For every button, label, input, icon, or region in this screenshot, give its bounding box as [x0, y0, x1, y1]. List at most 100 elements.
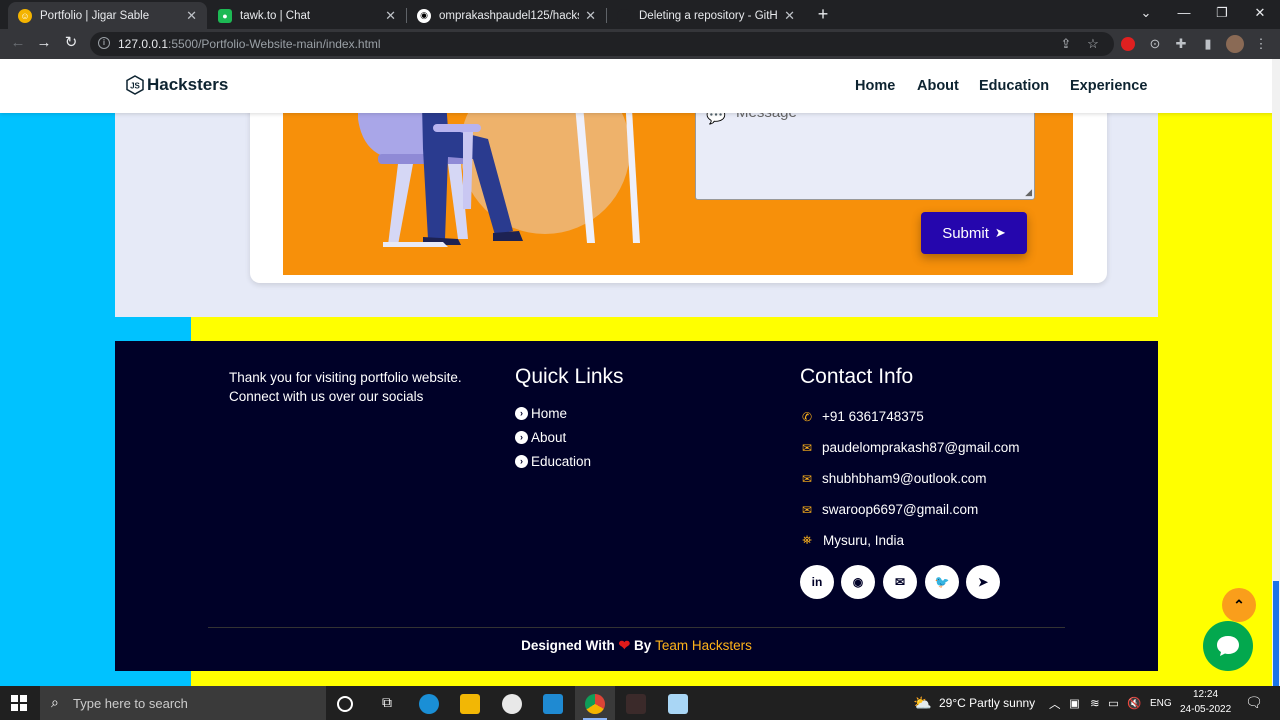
- game-app-icon[interactable]: [626, 694, 646, 714]
- browser-tab-strip: ☺ Portfolio | Jigar Sable ✕ ● tawk.to | …: [0, 0, 1280, 29]
- profile-avatar[interactable]: [1226, 35, 1244, 53]
- browser-tab-github-repo[interactable]: ◉ omprakashpaudel125/hacksters ✕: [407, 2, 606, 29]
- tray-app-icon[interactable]: ▣: [1069, 696, 1080, 710]
- chat-widget-button[interactable]: [1203, 621, 1253, 671]
- browser-tab-portfolio[interactable]: ☺ Portfolio | Jigar Sable ✕: [8, 2, 207, 29]
- close-tab-icon[interactable]: ✕: [186, 8, 197, 24]
- telegram-icon[interactable]: ➤: [966, 565, 1000, 599]
- quick-link-about[interactable]: › About: [515, 430, 566, 445]
- url-text: 127.0.0.1:5500/Portfolio-Website-main/in…: [118, 37, 381, 51]
- edge-icon[interactable]: [419, 694, 439, 714]
- chevron-circle-icon: ›: [515, 431, 528, 444]
- extension-glasses-icon[interactable]: ⊙: [1147, 36, 1163, 52]
- github-favicon-icon: ◉: [417, 8, 431, 23]
- contact-email-2[interactable]: ✉ shubhbham9@outlook.com: [800, 471, 987, 486]
- tab-search-icon[interactable]: ⌄: [1136, 5, 1156, 21]
- envelope-icon: ✉: [801, 471, 813, 486]
- contact-phone: ✆ +91 6361748375: [801, 409, 924, 424]
- map-icon: ⛯: [802, 533, 812, 547]
- contact-email-3[interactable]: ✉ swaroop6697@gmail.com: [800, 502, 978, 517]
- address-bar[interactable]: i 127.0.0.1:5500/Portfolio-Website-main/…: [90, 32, 1114, 56]
- windows-start-icon[interactable]: [11, 695, 27, 711]
- nav-about[interactable]: About: [917, 78, 959, 94]
- close-tab-icon[interactable]: ✕: [784, 8, 795, 24]
- extension-red-icon[interactable]: [1121, 37, 1135, 51]
- site-info-icon[interactable]: i: [98, 37, 110, 49]
- team-link[interactable]: Team Hacksters: [655, 638, 752, 653]
- tab-title: Deleting a repository - GitHub Do: [639, 9, 778, 22]
- footer-about-text: Thank you for visiting portfolio website…: [229, 370, 462, 404]
- close-tab-icon[interactable]: ✕: [385, 8, 396, 24]
- close-tab-icon[interactable]: ✕: [585, 8, 596, 24]
- volume-muted-icon[interactable]: 🔇: [1127, 696, 1141, 710]
- search-placeholder: Type here to search: [73, 695, 188, 711]
- wifi-icon[interactable]: ≋: [1090, 696, 1100, 710]
- maximize-button[interactable]: ❐: [1212, 5, 1232, 21]
- file-explorer-icon[interactable]: [460, 694, 480, 714]
- nav-education[interactable]: Education: [979, 78, 1049, 94]
- tawk-favicon-icon: ●: [218, 8, 232, 23]
- chevron-circle-icon: ›: [515, 407, 528, 420]
- quick-links-title: Quick Links: [515, 365, 624, 388]
- weather-icon: ⛅: [913, 695, 932, 712]
- forward-icon[interactable]: →: [35, 35, 53, 51]
- browser-tab-github-docs[interactable]: Deleting a repository - GitHub Do ✕: [607, 2, 805, 29]
- taskbar-search-box[interactable]: ⌕ Type here to search: [40, 686, 326, 720]
- battery-icon[interactable]: ▭: [1108, 696, 1119, 710]
- portfolio-favicon-icon: ☺: [18, 8, 32, 23]
- vscode-icon[interactable]: [543, 694, 563, 714]
- web-page-viewport: 💬 Message ◢ Submit ➤ JS Hacksters Home A…: [0, 59, 1280, 686]
- scrollbar-thumb[interactable]: [1273, 581, 1279, 686]
- envelope-icon: ✉: [801, 502, 813, 517]
- nav-experience[interactable]: Experience: [1070, 78, 1147, 94]
- weather-text[interactable]: 29°C Partly sunny: [939, 696, 1035, 710]
- phone-icon: ✆: [801, 409, 813, 424]
- extensions-puzzle-icon[interactable]: ✚: [1173, 36, 1189, 52]
- brand-name: Hacksters: [147, 75, 229, 94]
- brand-logo[interactable]: JS Hacksters: [126, 75, 228, 95]
- chrome-menu-icon[interactable]: ⋮: [1253, 36, 1269, 52]
- quick-link-education[interactable]: › Education: [515, 454, 591, 469]
- tab-title: omprakashpaudel125/hacksters: [439, 9, 579, 22]
- cortana-icon[interactable]: [337, 696, 353, 712]
- footer-credit: Designed With ❤ By Team Hacksters: [521, 637, 752, 653]
- contact-email-1[interactable]: ✉ paudelomprakash87@gmail.com: [800, 440, 1020, 455]
- scroll-to-top-button[interactable]: ⌃: [1222, 588, 1256, 622]
- share-icon[interactable]: ⇪: [1058, 36, 1074, 52]
- media-player-icon[interactable]: [502, 694, 522, 714]
- svg-text:JS: JS: [130, 82, 140, 91]
- clock-date[interactable]: 24-05-2022: [1180, 704, 1231, 715]
- side-panel-icon[interactable]: ▮: [1200, 36, 1216, 52]
- task-view-icon[interactable]: ⧉: [377, 694, 397, 714]
- site-footer: Thank you for visiting portfolio website…: [115, 341, 1158, 671]
- twitter-icon[interactable]: 🐦: [925, 565, 959, 599]
- tray-chevron-icon[interactable]: ︿: [1049, 696, 1061, 712]
- language-indicator[interactable]: ENG: [1150, 698, 1172, 709]
- submit-button[interactable]: Submit ➤: [921, 212, 1027, 254]
- chrome-icon[interactable]: [585, 694, 605, 714]
- notes-app-icon[interactable]: [668, 694, 688, 714]
- envelope-icon[interactable]: ✉: [883, 565, 917, 599]
- tab-title: Portfolio | Jigar Sable: [40, 9, 150, 22]
- footer-divider: [208, 627, 1065, 628]
- minimize-button[interactable]: —: [1174, 5, 1194, 20]
- chevron-circle-icon: ›: [515, 455, 528, 468]
- back-icon[interactable]: ←: [9, 35, 27, 51]
- close-window-button[interactable]: ✕: [1250, 5, 1270, 21]
- github-icon[interactable]: ◉: [841, 565, 875, 599]
- contact-location: ⛯ Mysuru, India: [800, 533, 904, 548]
- new-tab-button[interactable]: +: [814, 4, 832, 24]
- windows-taskbar: ⌕ Type here to search ⧉ ⛅ 29°C Partly su…: [0, 686, 1280, 720]
- linkedin-icon[interactable]: in: [800, 565, 834, 599]
- nav-home[interactable]: Home: [855, 78, 895, 94]
- contact-info-title: Contact Info: [800, 365, 914, 388]
- browser-tab-tawk[interactable]: ● tawk.to | Chat ✕: [208, 2, 406, 29]
- submit-label: Submit: [942, 224, 989, 242]
- clock-time[interactable]: 12:24: [1193, 689, 1218, 700]
- bookmark-star-icon[interactable]: ☆: [1085, 36, 1101, 52]
- quick-link-home[interactable]: › Home: [515, 406, 567, 421]
- resize-handle-icon[interactable]: ◢: [1025, 187, 1032, 198]
- notifications-icon[interactable]: 🗨: [1245, 694, 1263, 711]
- reload-icon[interactable]: ↻: [62, 35, 80, 51]
- chat-bubble-icon: [1217, 636, 1239, 656]
